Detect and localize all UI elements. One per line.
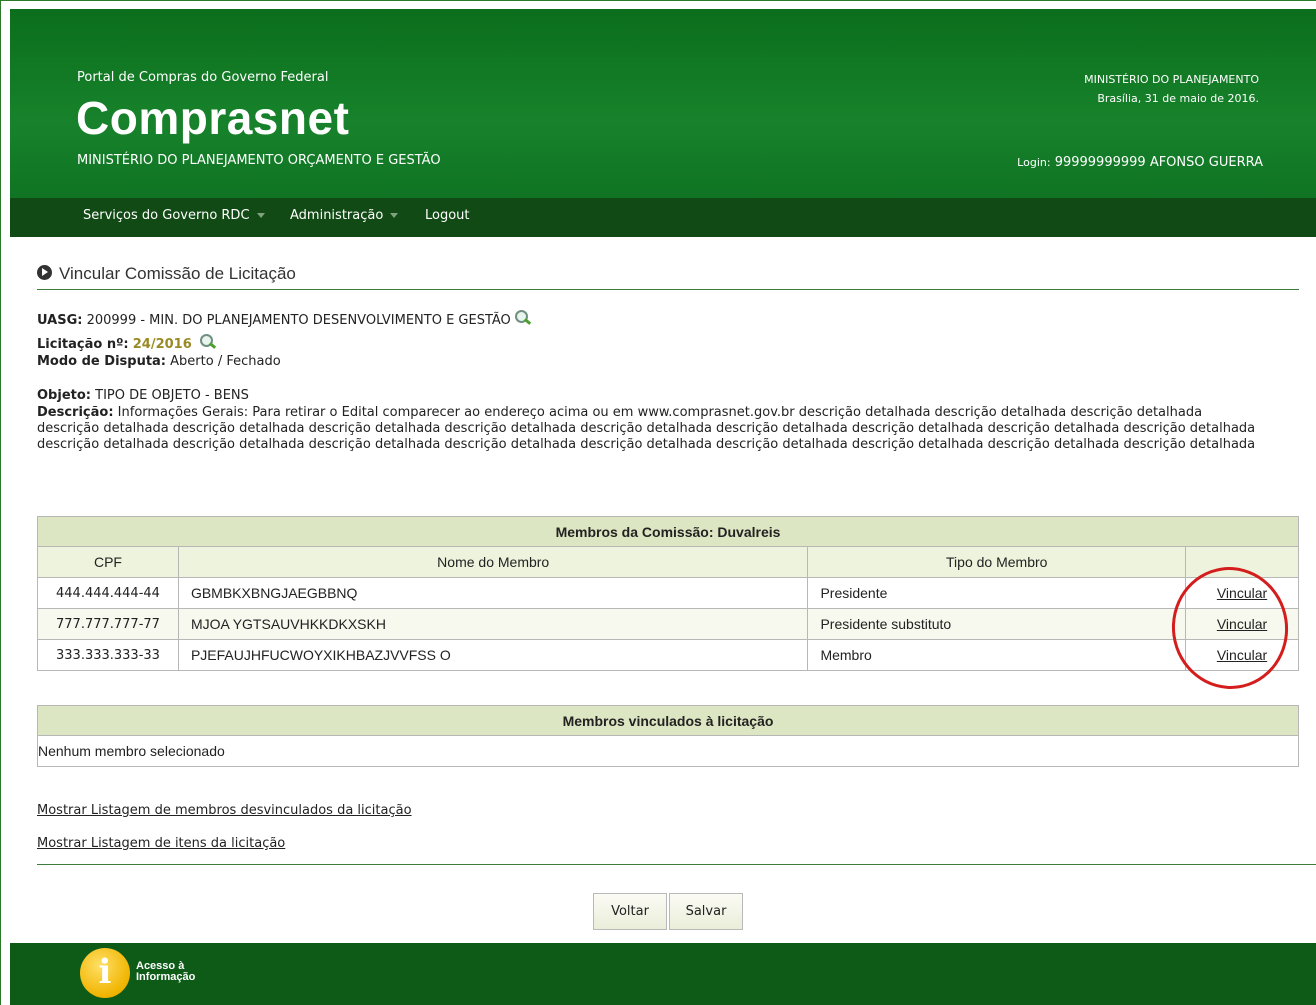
action-cell: Vincular bbox=[1185, 577, 1299, 609]
header-ministry-right: MINISTÉRIO DO PLANEJAMENTO bbox=[1084, 73, 1259, 86]
table-row: 777.777.777-77 MJOA YGTSAUVHKKDKXSKH Pre… bbox=[37, 608, 1299, 640]
modo-line: Modo de Disputa: Aberto / Fechado bbox=[37, 354, 281, 369]
descricao-value: Informações Gerais: Para retirar o Edita… bbox=[37, 405, 1256, 452]
column-header-action bbox=[1185, 546, 1299, 578]
licitacao-line: Licitação nº: 24/2016 bbox=[37, 334, 217, 352]
modo-value: Aberto / Fechado bbox=[170, 354, 281, 369]
nav-item-servicos[interactable]: Serviços do Governo RDC bbox=[83, 208, 265, 223]
caret-down-icon bbox=[390, 213, 399, 218]
members-table: Membros da Comissão: Duvalreis CPF Nome … bbox=[37, 516, 1299, 671]
brand-logo-text[interactable]: Comprasnet bbox=[76, 91, 349, 145]
tipo-cell: Presidente bbox=[807, 577, 1187, 609]
ministry-name: MINISTÉRIO DO PLANEJAMENTO ORÇAMENTO E G… bbox=[77, 153, 441, 168]
login-info: Login: 99999999999 AFONSO GUERRA bbox=[1017, 155, 1263, 170]
nav-item-label: Logout bbox=[425, 208, 470, 223]
linked-members-table: Membros vinculados à licitação Nenhum me… bbox=[37, 705, 1299, 767]
info-letter: i bbox=[98, 952, 112, 992]
arrow-right-circle-icon bbox=[37, 265, 52, 280]
objeto-line: Objeto: TIPO DE OBJETO - BENS bbox=[37, 388, 249, 403]
objeto-value: TIPO DE OBJETO - BENS bbox=[95, 388, 249, 403]
tipo-cell: Presidente substituto bbox=[807, 608, 1187, 640]
main-nav: Serviços do Governo RDC Administração Lo… bbox=[10, 198, 1316, 237]
table-row: 333.333.333-33 PJEFAUJHFUCWOYXIKHBAZJVVF… bbox=[37, 639, 1299, 671]
save-button[interactable]: Salvar bbox=[669, 893, 743, 930]
licitacao-number: 24/2016 bbox=[132, 337, 192, 352]
login-value: 99999999999 AFONSO GUERRA bbox=[1054, 155, 1263, 170]
action-cell: Vincular bbox=[1185, 608, 1299, 640]
page-title-text: Vincular Comissão de Licitação bbox=[59, 264, 296, 283]
caret-down-icon bbox=[256, 213, 265, 218]
column-header-tipo: Tipo do Membro bbox=[807, 546, 1187, 578]
show-items-link[interactable]: Mostrar Listagem de itens da licitação bbox=[37, 836, 285, 851]
divider bbox=[37, 864, 1316, 865]
nome-cell: MJOA YGTSAUVHKKDKXSKH bbox=[177, 608, 809, 640]
nav-item-administracao[interactable]: Administração bbox=[290, 208, 399, 223]
logo-text-line2: Informação bbox=[136, 971, 196, 983]
uasg-line: UASG: 200999 - MIN. DO PLANEJAMENTO DESE… bbox=[37, 310, 532, 328]
uasg-label: UASG: bbox=[37, 313, 83, 328]
vincular-link[interactable]: Vincular bbox=[1217, 585, 1267, 601]
table-row: 444.444.444-44 GBMBKXBNGJAEGBBNQ Preside… bbox=[37, 577, 1299, 609]
column-header-cpf: CPF bbox=[37, 546, 179, 578]
tipo-cell: Membro bbox=[807, 639, 1187, 671]
descricao-block: Descrição: Informações Gerais: Para reti… bbox=[37, 405, 1257, 453]
cpf-cell: 333.333.333-33 bbox=[37, 639, 179, 671]
site-header: Portal de Compras do Governo Federal Com… bbox=[10, 9, 1316, 198]
page-title: Vincular Comissão de Licitação bbox=[37, 264, 1299, 290]
vincular-link[interactable]: Vincular bbox=[1217, 616, 1267, 632]
nav-item-label: Serviços do Governo RDC bbox=[83, 208, 250, 223]
nav-item-label: Administração bbox=[290, 208, 384, 223]
cpf-cell: 777.777.777-77 bbox=[37, 608, 179, 640]
portal-subtitle: Portal de Compras do Governo Federal bbox=[77, 70, 329, 85]
nome-cell: GBMBKXBNGJAEGBBNQ bbox=[177, 577, 809, 609]
objeto-label: Objeto: bbox=[37, 388, 91, 403]
members-table-caption: Membros da Comissão: Duvalreis bbox=[37, 516, 1299, 547]
cpf-cell: 444.444.444-44 bbox=[37, 577, 179, 609]
linked-empty-text: Nenhum membro selecionado bbox=[37, 735, 1299, 767]
linked-table-caption: Membros vinculados à licitação bbox=[37, 705, 1299, 736]
column-header-nome: Nome do Membro bbox=[177, 546, 809, 578]
acesso-informacao-text: Acesso à Informação bbox=[136, 961, 195, 983]
search-icon[interactable] bbox=[199, 334, 217, 350]
nome-cell: PJEFAUJHFUCWOYXIKHBAZJVVFSS O bbox=[177, 639, 809, 671]
header-date: Brasília, 31 de maio de 2016. bbox=[1097, 92, 1259, 105]
acesso-informacao-logo[interactable]: i bbox=[80, 948, 133, 1000]
uasg-value: 200999 - MIN. DO PLANEJAMENTO DESENVOLVI… bbox=[86, 313, 511, 328]
licitacao-label: Licitação nº: bbox=[37, 337, 129, 352]
action-cell: Vincular bbox=[1185, 639, 1299, 671]
descricao-label: Descrição: bbox=[37, 405, 114, 420]
login-label: Login: bbox=[1017, 156, 1051, 169]
vincular-link[interactable]: Vincular bbox=[1217, 647, 1267, 663]
search-icon[interactable] bbox=[514, 310, 532, 326]
back-button[interactable]: Voltar bbox=[593, 893, 667, 930]
site-footer: i Acesso à Informação bbox=[10, 943, 1316, 1005]
modo-label: Modo de Disputa: bbox=[37, 354, 167, 369]
nav-item-logout[interactable]: Logout bbox=[425, 208, 470, 223]
show-unlinked-members-link[interactable]: Mostrar Listagem de membros desvinculado… bbox=[37, 803, 412, 818]
